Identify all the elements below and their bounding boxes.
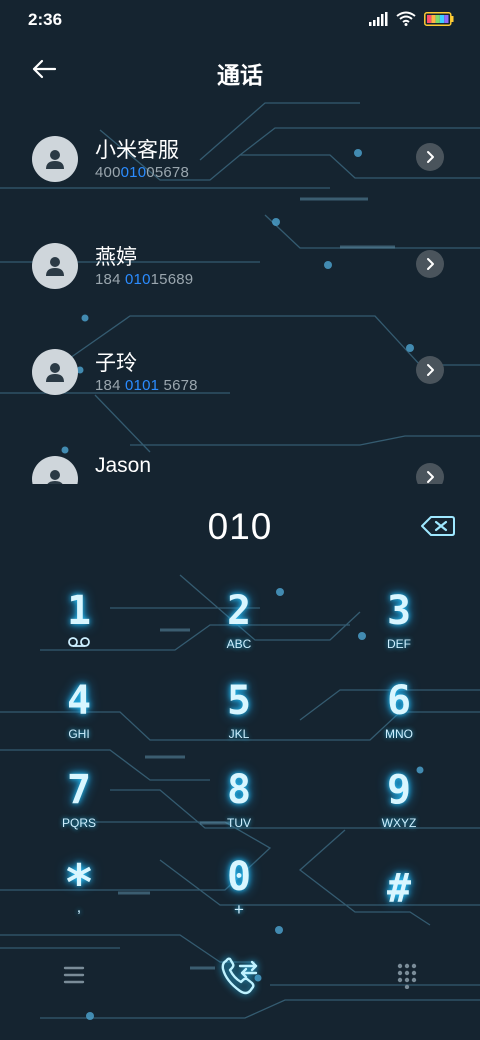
key-digit: 3 [386,588,412,634]
key-5[interactable]: 5 JKL [174,680,304,760]
contact-row[interactable]: 小米客服 40001005678 [0,110,480,206]
contact-row[interactable]: 子玲 184 0101 5678 [0,323,480,419]
key-letters: GHI [68,727,90,741]
key-8[interactable]: 8 TUV [174,769,304,849]
person-icon [46,363,64,382]
key-digit: 4 [66,678,92,724]
avatar [32,243,78,289]
key-letters [14,636,144,652]
key-hash[interactable]: # [334,868,464,948]
contact-row[interactable]: Jason [0,430,480,484]
status-icons [368,11,454,26]
dialpad-icon [397,963,417,990]
battery-icon [424,11,454,26]
key-letters: TUV [227,816,251,830]
key-9[interactable]: 9 WXYZ [334,769,464,849]
person-icon [46,257,64,276]
person-icon [47,470,63,484]
dialpad-button[interactable] [393,961,421,990]
backspace-icon [421,516,455,536]
key-0[interactable]: 0 + [174,856,304,936]
wifi-icon [396,11,416,26]
chevron-right-icon [427,258,434,270]
backspace-button[interactable] [420,514,456,538]
key-6[interactable]: 6 MNO [334,680,464,760]
contact-detail-button[interactable] [416,463,444,484]
key-digit: # [386,866,412,912]
avatar [32,349,78,395]
key-digit: 8 [226,767,252,813]
key-letters: + [234,900,244,919]
contact-list: 小米客服 40001005678 燕婷 184 01015689 子玲 184 … [0,110,480,484]
chevron-right-icon [427,471,434,483]
menu-icon [63,966,85,984]
contact-row[interactable]: 燕婷 184 01015689 [0,217,480,313]
chevron-right-icon [427,364,434,376]
key-letters: DEF [387,637,411,651]
keypad: 1 2 ABC 3 DEF 4 GHI 5 JKL 6 MNO 7 PQRS 8… [0,580,480,940]
contact-name: Jason [95,454,152,477]
header: 通话 [0,44,480,96]
status-time: 2:36 [28,10,63,29]
key-7[interactable]: 7 PQRS [14,769,144,849]
key-digit: 1 [66,588,92,634]
key-digit: 6 [386,678,412,724]
menu-button[interactable] [60,963,88,987]
key-letters: MNO [385,727,413,741]
contact-number: 184 01015689 [95,271,194,288]
dial-display: 010 [0,498,480,560]
avatar [32,456,78,484]
key-star[interactable]: * , [14,858,144,940]
key-letters: ABC [226,637,252,651]
key-digit: 9 [386,767,412,813]
key-digit: 7 [66,767,92,813]
phone-call-icon [221,957,258,995]
contact-name: 小米客服 [95,139,179,162]
contact-number: 40001005678 [95,164,189,181]
contact-number: 184 0101 5678 [95,377,198,394]
key-digit: 2 [226,588,252,634]
key-4[interactable]: 4 GHI [14,680,144,760]
contact-name: 子玲 [95,352,137,375]
contact-detail-button[interactable] [416,356,444,384]
call-button[interactable] [216,953,266,997]
key-letters: , [76,899,82,916]
avatar [32,136,78,182]
key-digit: 0 [226,854,252,900]
contact-detail-button[interactable] [416,250,444,278]
contact-detail-button[interactable] [416,143,444,171]
key-2[interactable]: 2 ABC [174,590,304,670]
key-letters: WXYZ [381,816,417,830]
signal-icon [369,11,388,26]
key-letters: PQRS [61,816,96,830]
bottom-bar [0,945,480,1005]
key-letters: JKL [228,727,250,741]
chevron-right-icon [427,151,434,163]
contact-name: 燕婷 [95,246,137,269]
person-icon [46,150,64,169]
key-1[interactable]: 1 [14,590,144,670]
key-digit: 5 [226,678,252,724]
key-3[interactable]: 3 DEF [334,590,464,670]
dialed-number: 010 [207,506,273,547]
status-bar: 2:36 [0,0,480,40]
voicemail-icon [68,637,90,647]
page-title: 通话 [217,62,263,88]
